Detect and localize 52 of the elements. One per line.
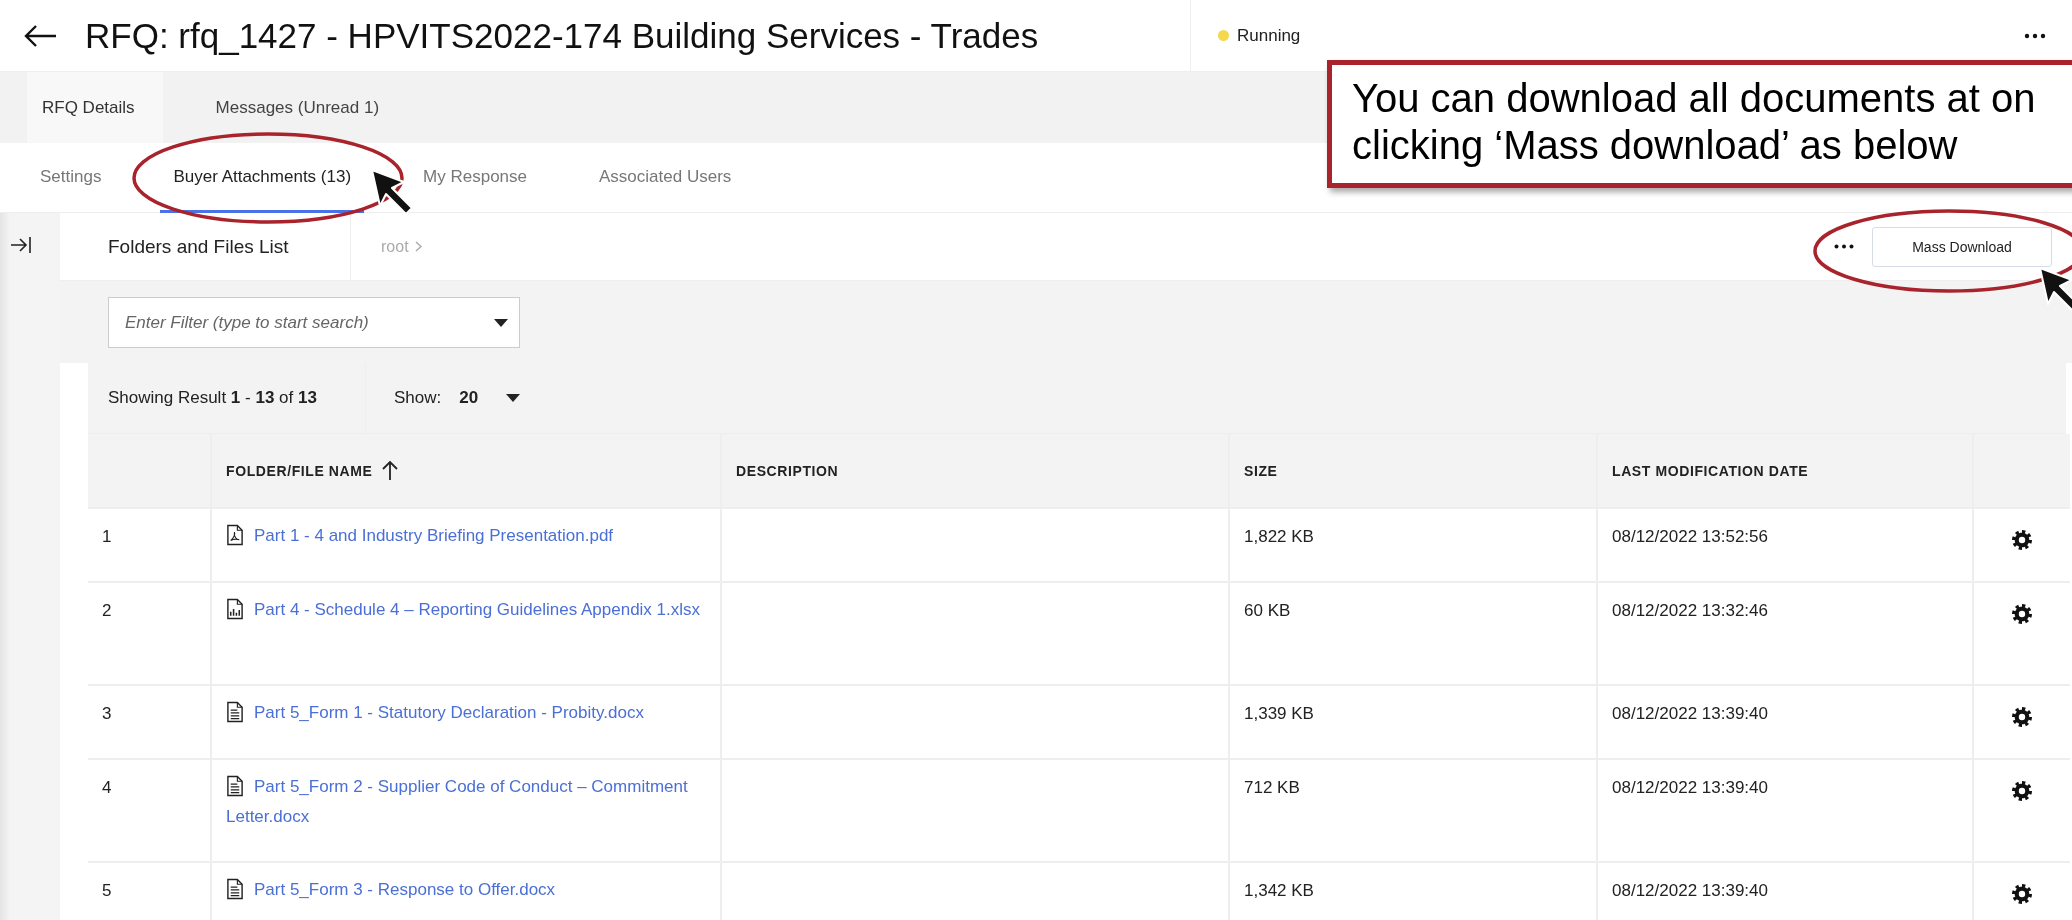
row-number: 3	[102, 704, 112, 723]
sort-ascending-icon[interactable]	[382, 460, 399, 481]
tab[interactable]: RFQ Details	[27, 72, 163, 143]
mass-download-button[interactable]: Mass Download	[1872, 226, 2052, 267]
settings-icon[interactable]	[2011, 603, 2033, 625]
table-cell: 08/12/2022 13:39:40	[1612, 778, 1768, 797]
dropdown-caret-icon[interactable]	[494, 319, 508, 327]
more-options-icon[interactable]	[1834, 244, 1854, 249]
row-number: 2	[102, 601, 112, 620]
row-number: 5	[102, 881, 112, 900]
column-header: DESCRIPTION	[736, 462, 839, 479]
table-cell: 1,342 KB	[1244, 881, 1314, 900]
tab[interactable]: Messages (Unread 1)	[162, 72, 408, 143]
tab[interactable]: Associated Users	[586, 143, 745, 213]
text-document-icon	[226, 878, 244, 900]
settings-icon[interactable]	[2011, 706, 2033, 728]
back-arrow-icon[interactable]	[22, 23, 58, 48]
row-number: 1	[102, 527, 112, 546]
chart-document-icon	[226, 598, 244, 620]
table-cell: 712 KB	[1244, 778, 1300, 797]
more-options-icon[interactable]	[2024, 32, 2046, 39]
status-dot-icon	[1218, 30, 1229, 41]
chevron-right-icon	[414, 241, 422, 252]
result-count: Showing Result 1 - 13 of 13	[107, 388, 318, 408]
row-number: 4	[102, 778, 112, 797]
page-size-value[interactable]: 20	[459, 388, 479, 408]
column-header[interactable]: FOLDER/FILE NAME	[226, 462, 373, 479]
collapse-panel-icon[interactable]	[10, 235, 32, 255]
settings-icon[interactable]	[2011, 529, 2033, 551]
status-label: Running	[1237, 25, 1301, 46]
column-header: SIZE	[1244, 462, 1278, 479]
page-title: RFQ: rfq_1427 - HPVITS2022-174 Building Services - Trades	[85, 15, 1040, 56]
text-document-icon	[226, 701, 244, 723]
pdf-document-icon	[226, 524, 244, 546]
table-cell: 1,339 KB	[1244, 704, 1314, 723]
page-size-label: Show:	[394, 388, 442, 408]
tab[interactable]: My Response	[410, 143, 540, 213]
settings-icon[interactable]	[2011, 780, 2033, 802]
filter-field[interactable]: Enter Filter (type to start search)	[108, 297, 520, 348]
table-cell: 08/12/2022 13:32:46	[1612, 601, 1768, 620]
tab[interactable]: Settings	[27, 143, 115, 213]
table-cell: 08/12/2022 13:39:40	[1612, 881, 1768, 900]
table-cell: 60 KB	[1244, 601, 1291, 620]
text-document-icon	[226, 775, 244, 797]
settings-icon[interactable]	[2011, 883, 2033, 905]
table-cell: 08/12/2022 13:52:56	[1612, 527, 1768, 546]
panel-title: Folders and Files List	[107, 235, 290, 258]
column-header: LAST MODIFICATION DATE	[1612, 462, 1809, 479]
dropdown-caret-icon[interactable]	[506, 394, 521, 402]
table-cell: 08/12/2022 13:39:40	[1612, 704, 1768, 723]
table-cell: 1,822 KB	[1244, 527, 1314, 546]
callout-text: You can download all documents at on clicking ‘Mass download’ as below	[1352, 75, 2037, 169]
